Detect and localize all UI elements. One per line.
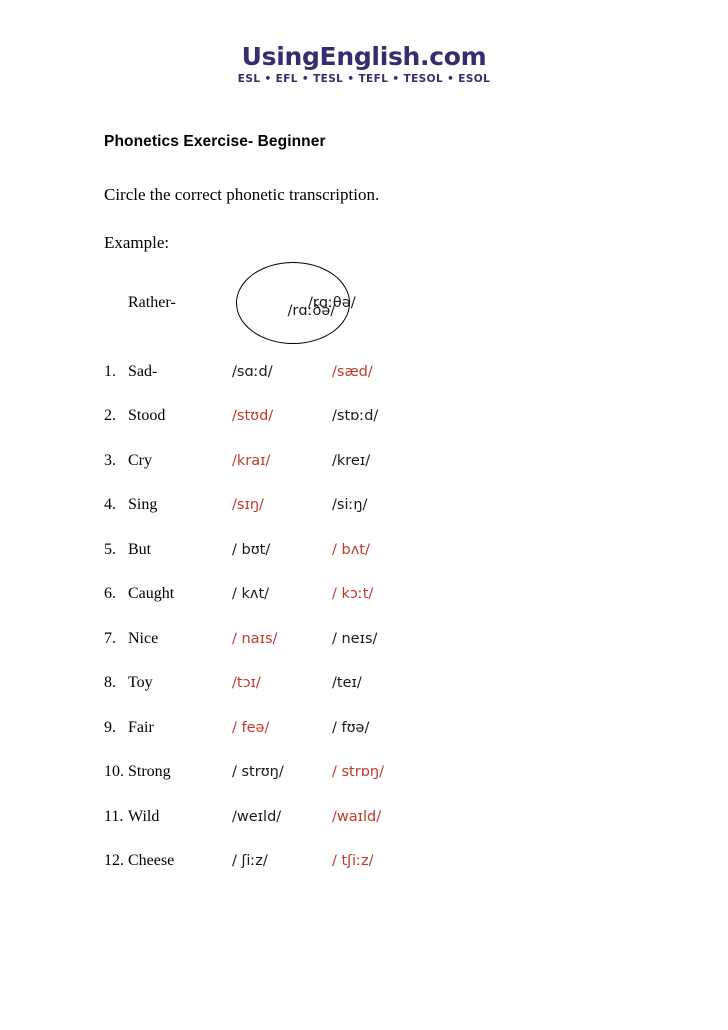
item-word: Toy (128, 674, 153, 691)
item-option-a[interactable]: /stʊd/ (232, 408, 332, 424)
item-word: Stood (128, 407, 166, 424)
item-word: Nice (128, 629, 159, 647)
item-number: 7. (104, 629, 116, 647)
site-logo-tagline: ESL • EFL • TESL • TEFL • TESOL • ESOL (237, 73, 491, 86)
item-option-b[interactable]: / fʊə/ (332, 720, 472, 736)
worksheet-body: Phonetics Exercise- Beginner Circle the … (0, 85, 728, 883)
item-option-b[interactable]: / bʌt/ (332, 542, 472, 558)
circled-answer[interactable]: /rɑːðə/ (235, 262, 351, 345)
item-number: 6. (104, 585, 116, 602)
site-logo-wordmark: UsingEnglish.com (241, 42, 487, 71)
exercise-row: 6. Caught / kʌt// kɔːt/ (104, 572, 668, 617)
item-number: 12. (104, 852, 124, 869)
item-option-a[interactable]: / bʊt/ (232, 542, 332, 558)
item-word: Sad- (128, 362, 158, 380)
item-option-a[interactable]: /kraɪ/ (232, 453, 332, 469)
exercise-row: 10. Strong / strʊŋ// strɒŋ/ (104, 750, 668, 795)
item-number: 2. (104, 407, 116, 424)
item-option-b[interactable]: /sæd/ (332, 364, 472, 380)
item-word: Caught (128, 585, 175, 602)
exercise-row: 5. But / bʊt// bʌt/ (104, 527, 668, 572)
item-option-b[interactable]: /siːŋ/ (332, 497, 472, 513)
item-option-a[interactable]: /sɪŋ/ (232, 497, 332, 513)
item-option-a[interactable]: / naɪs/ (232, 631, 332, 647)
exercise-row: 3. Cry/kraɪ//kreɪ/ (104, 438, 668, 483)
example-row: Rather- /rɑːðə/ /rɑːθə/ (104, 262, 668, 345)
item-option-a[interactable]: /sɑːd/ (232, 364, 332, 380)
item-option-b[interactable]: / neɪs/ (332, 631, 472, 647)
item-word: Strong (128, 763, 171, 780)
item-number: 3. (104, 451, 116, 469)
exercise-row: 1. Sad- /sɑːd//sæd/ (104, 349, 668, 394)
item-option-b[interactable]: / tʃiːz/ (332, 853, 472, 869)
item-number: 5. (104, 540, 116, 558)
item-option-b[interactable]: /waɪld/ (332, 809, 472, 825)
example-option-a[interactable]: /rɑːðə/ (208, 246, 351, 360)
item-word: Sing (128, 496, 158, 513)
example-label: Example: (104, 233, 170, 253)
item-option-a[interactable]: /tɔɪ/ (232, 675, 332, 691)
item-option-b[interactable]: / strɒŋ/ (332, 764, 472, 780)
item-option-b[interactable]: / kɔːt/ (332, 586, 472, 602)
site-logo: UsingEnglish.com ESL • EFL • TESL • TEFL… (0, 0, 728, 85)
item-option-b[interactable]: /teɪ/ (332, 675, 472, 691)
example-option-a-text: /rɑːðə/ (287, 303, 336, 320)
item-option-b[interactable]: /stɒːd/ (332, 408, 472, 424)
item-word: Fair (128, 718, 154, 736)
exercise-row: 9. Fair / feə// fʊə/ (104, 705, 668, 750)
exercise-list: 1. Sad- /sɑːd//sæd/2. Stood/stʊd//stɒːd/3. C… (104, 349, 668, 883)
exercise-row: 11. Wild/weɪld//waɪld/ (104, 794, 668, 839)
item-number: 4. (104, 496, 116, 513)
item-option-a[interactable]: / feə/ (232, 720, 332, 736)
item-word: But (128, 540, 152, 558)
item-number: 1. (104, 362, 116, 380)
exercise-row: 8. Toy/tɔɪ//teɪ/ (104, 661, 668, 706)
item-option-a[interactable]: / strʊŋ/ (232, 764, 332, 780)
exercise-row: 4. Sing/sɪŋ//siːŋ/ (104, 483, 668, 528)
exercise-row: 2. Stood/stʊd//stɒːd/ (104, 394, 668, 439)
item-number: 9. (104, 718, 116, 736)
item-number: 11. (104, 807, 124, 825)
exercise-row: 7. Nice / naɪs// neɪs/ (104, 616, 668, 661)
exercise-instruction: Circle the correct phonetic transcriptio… (104, 185, 380, 205)
item-word: Cry (128, 451, 152, 469)
page-title: Phonetics Exercise- Beginner (104, 133, 326, 151)
item-option-a[interactable]: /weɪld/ (232, 809, 332, 825)
item-option-b[interactable]: /kreɪ/ (332, 453, 472, 469)
item-number: 8. (104, 674, 116, 691)
example-word: Rather- (128, 294, 176, 312)
item-word: Wild (128, 807, 160, 825)
item-number: 10. (104, 763, 124, 780)
item-option-a[interactable]: / kʌt/ (232, 586, 332, 602)
exercise-row: 12. Cheese / ʃiːz// tʃiːz/ (104, 839, 668, 884)
item-option-a[interactable]: / ʃiːz/ (232, 853, 332, 869)
item-word: Cheese (128, 852, 175, 869)
